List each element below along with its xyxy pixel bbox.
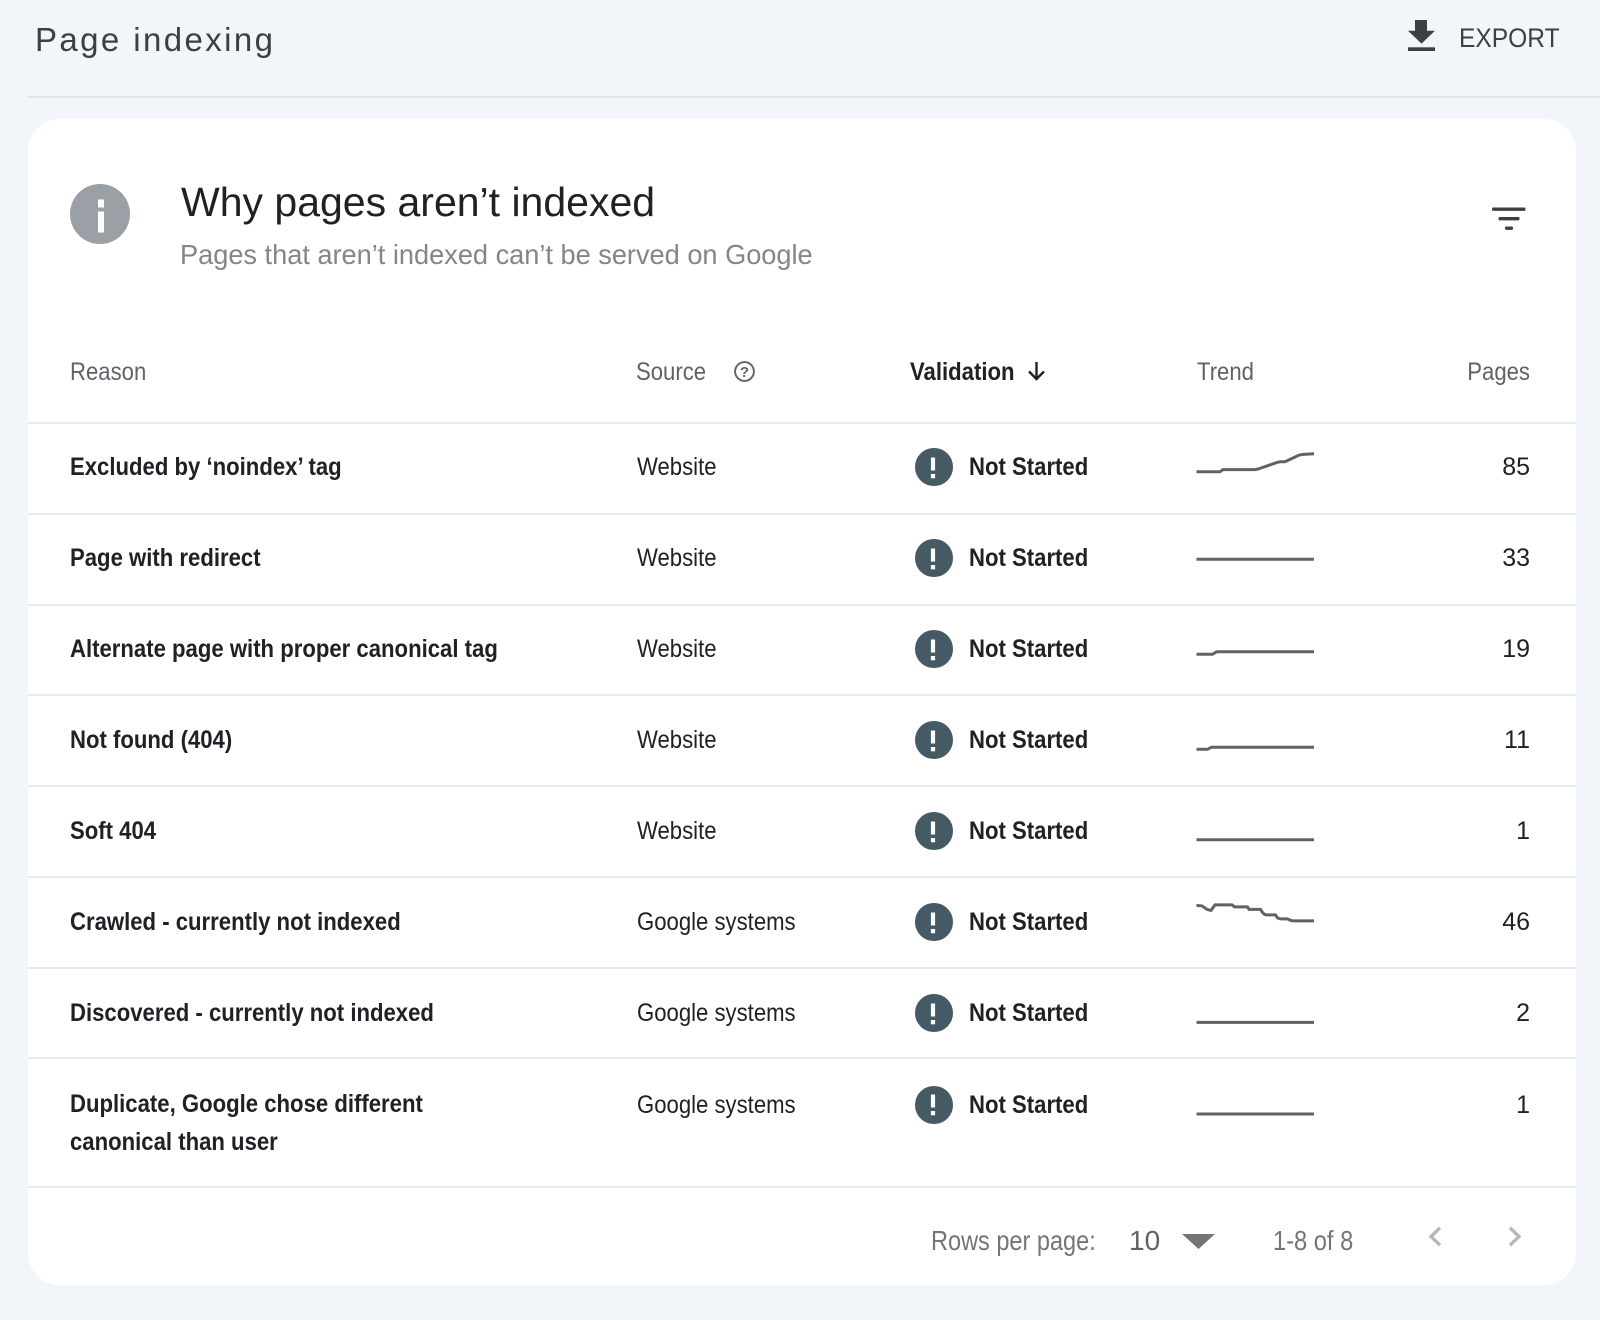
- svg-text:?: ?: [740, 364, 749, 381]
